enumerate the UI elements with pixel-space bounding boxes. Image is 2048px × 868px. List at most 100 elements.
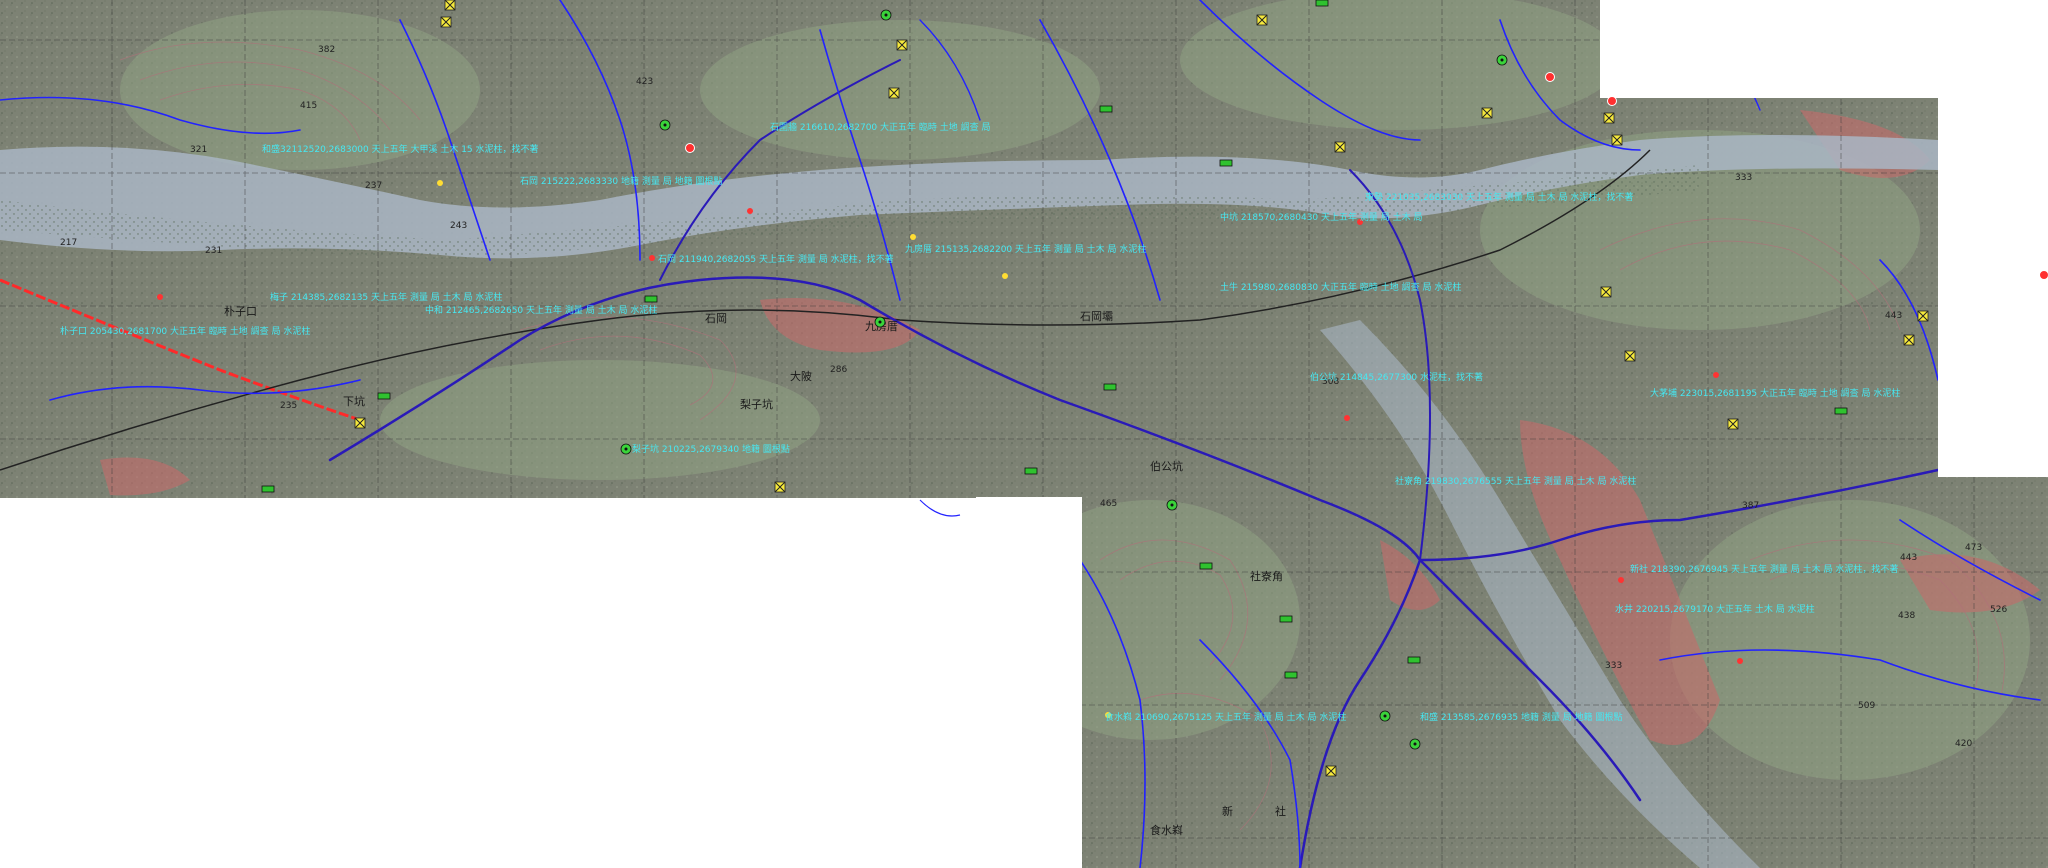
place-name: 石岡壩: [1080, 310, 1113, 323]
gate-icon[interactable]: [1219, 159, 1233, 167]
elevation-label: 443: [1885, 311, 1902, 321]
elevation-label: 333: [1605, 661, 1622, 671]
survey-point-icon[interactable]: [747, 208, 753, 214]
gate-icon[interactable]: [377, 392, 391, 400]
gate-icon[interactable]: [1834, 407, 1848, 415]
place-name: 食水嵙: [1150, 823, 1183, 837]
survey-point-icon[interactable]: [437, 180, 443, 186]
gate-icon[interactable]: [1284, 671, 1298, 679]
poi-label[interactable]: 中和 212465,2682650 天上五年 測量 局 土木 局 水泥柱: [425, 304, 657, 316]
benchmark-icon[interactable]: [1917, 310, 1929, 322]
benchmark-icon[interactable]: [1325, 765, 1337, 777]
poi-label[interactable]: 石岡 211940,2682055 天上五年 測量 局 水泥柱，找不著: [658, 253, 894, 265]
benchmark-icon[interactable]: [1727, 418, 1739, 430]
place-name: 社: [1275, 804, 1286, 818]
poi-label[interactable]: 石圍牆 216610,2682700 大正五年 臨時 土地 調查 局: [770, 121, 990, 133]
elevation-label: 217: [60, 238, 77, 248]
poi-label[interactable]: 社寮角 219830,2676555 天上五年 測量 局 土木 局 水泥柱: [1395, 475, 1636, 487]
place-name: 新: [1222, 804, 1233, 818]
control-point-icon[interactable]: [1379, 710, 1391, 722]
gate-icon[interactable]: [1103, 383, 1117, 391]
benchmark-icon[interactable]: [1611, 134, 1623, 146]
poi-label[interactable]: 土牛 215980,2680830 大正五年 臨時 土地 調查 局 水泥柱: [1220, 281, 1461, 293]
gate-icon[interactable]: [1199, 562, 1213, 570]
place-name: 伯公坑: [1150, 459, 1183, 473]
survey-point-icon[interactable]: [1002, 273, 1008, 279]
poi-label[interactable]: 和盛32112520,2683000 天上五年 大甲溪 土木 15 水泥柱，找不…: [262, 143, 539, 155]
gate-icon[interactable]: [1279, 615, 1293, 623]
control-point-icon[interactable]: [1496, 54, 1508, 66]
poi-label[interactable]: 水井 220215,2679170 大正五年 土木 局 水泥柱: [1615, 603, 1815, 615]
elevation-label: 465: [1100, 499, 1117, 509]
place-name: 大陂: [790, 369, 812, 383]
elevation-label: 438: [1898, 611, 1915, 621]
control-point-icon[interactable]: [659, 119, 671, 131]
benchmark-icon[interactable]: [896, 39, 908, 51]
benchmark-icon[interactable]: [1903, 334, 1915, 346]
benchmark-icon[interactable]: [444, 0, 456, 11]
poi-label[interactable]: 和盛 213585,2676935 地籍 測量 局 地籍 圖根點: [1420, 711, 1622, 723]
elevation-label: 415: [300, 101, 317, 111]
gate-icon[interactable]: [1099, 105, 1113, 113]
poi-label[interactable]: 東勢 221035,2683030 天上五年 測量 局 土木 局 水泥柱，找不著: [1365, 191, 1633, 203]
benchmark-icon[interactable]: [1334, 141, 1346, 153]
control-point-icon[interactable]: [1166, 499, 1178, 511]
road-marker-icon[interactable]: [2039, 270, 2048, 280]
elevation-label: 423: [636, 77, 653, 87]
poi-label[interactable]: 新社 218390,2676945 天上五年 測量 局 土木 局 水泥柱，找不著: [1630, 563, 1898, 575]
elevation-label: 321: [190, 145, 207, 155]
control-point-icon[interactable]: [880, 9, 892, 21]
poi-label[interactable]: 食水嵙 210690,2675125 天上五年 測量 局 土木 局 水泥柱: [1105, 711, 1346, 723]
poi-label[interactable]: 中坑 218570,2680430 天上五年 測量 局 土木 局: [1220, 211, 1422, 223]
survey-point-icon[interactable]: [910, 234, 916, 240]
benchmark-icon[interactable]: [774, 481, 786, 493]
poi-label[interactable]: 石岡 215222,2683330 地籍 測量 局 地籍 圖根點: [520, 175, 722, 187]
road-marker-icon[interactable]: [1545, 72, 1555, 82]
poi-label[interactable]: 梨子坑 210225,2679340 地籍 圖根點: [632, 443, 790, 455]
benchmark-icon[interactable]: [1481, 107, 1493, 119]
survey-point-icon[interactable]: [649, 255, 655, 261]
survey-point-icon[interactable]: [1618, 577, 1624, 583]
poi-label[interactable]: 梅子 214385,2682135 天上五年 測量 局 土木 局 水泥柱: [270, 291, 502, 303]
benchmark-icon[interactable]: [1624, 350, 1636, 362]
elevation-label: 235: [280, 401, 297, 411]
gate-icon[interactable]: [261, 485, 275, 493]
poi-label[interactable]: 九房厝 215135,2682200 天上五年 測量 局 土木 局 水泥柱: [905, 243, 1146, 255]
poi-label[interactable]: 伯公坑 214845,2677300 水泥柱，找不著: [1310, 371, 1483, 383]
control-point-icon[interactable]: [874, 316, 886, 328]
road-marker-icon[interactable]: [685, 143, 695, 153]
elevation-label: 286: [830, 365, 847, 375]
control-point-icon[interactable]: [1409, 738, 1421, 750]
elevation-label: 473: [1965, 543, 1982, 553]
elevation-label: 387: [1742, 501, 1759, 511]
benchmark-icon[interactable]: [440, 16, 452, 28]
gate-icon[interactable]: [644, 295, 658, 303]
benchmark-icon[interactable]: [888, 87, 900, 99]
elevation-label: 243: [450, 221, 467, 231]
elevation-label: 382: [318, 45, 335, 55]
topographic-map[interactable]: 石岡新社九房厝朴子口大陂梨子坑下坑伯公坑社寮角食水嵙石岡壩 382 415 32…: [0, 0, 2048, 868]
gate-icon[interactable]: [1315, 0, 1329, 7]
survey-point-icon[interactable]: [1713, 372, 1719, 378]
survey-point-icon[interactable]: [1344, 415, 1350, 421]
poi-label[interactable]: 朴子口 205430,2681700 大正五年 臨時 土地 調查 局 水泥柱: [60, 325, 310, 337]
place-name: 下坑: [343, 394, 365, 408]
benchmark-icon[interactable]: [1600, 286, 1612, 298]
benchmark-icon[interactable]: [354, 417, 366, 429]
benchmark-icon[interactable]: [1256, 14, 1268, 26]
control-point-icon[interactable]: [620, 443, 632, 455]
survey-point-icon[interactable]: [1737, 658, 1743, 664]
place-name: 朴子口: [224, 304, 257, 318]
elevation-label: 237: [365, 181, 382, 191]
place-name: 社寮角: [1250, 569, 1283, 583]
gate-icon[interactable]: [1407, 656, 1421, 664]
poi-label[interactable]: 大茅埔 223015,2681195 大正五年 臨時 土地 調查 局 水泥柱: [1650, 387, 1900, 399]
road-marker-icon[interactable]: [1607, 96, 1617, 106]
elevation-label: 509: [1858, 701, 1875, 711]
benchmark-icon[interactable]: [1603, 112, 1615, 124]
elevation-label: 420: [1955, 739, 1972, 749]
elevation-label: 333: [1735, 173, 1752, 183]
gate-icon[interactable]: [1024, 467, 1038, 475]
survey-point-icon[interactable]: [157, 294, 163, 300]
elevation-label: 443: [1900, 553, 1917, 563]
